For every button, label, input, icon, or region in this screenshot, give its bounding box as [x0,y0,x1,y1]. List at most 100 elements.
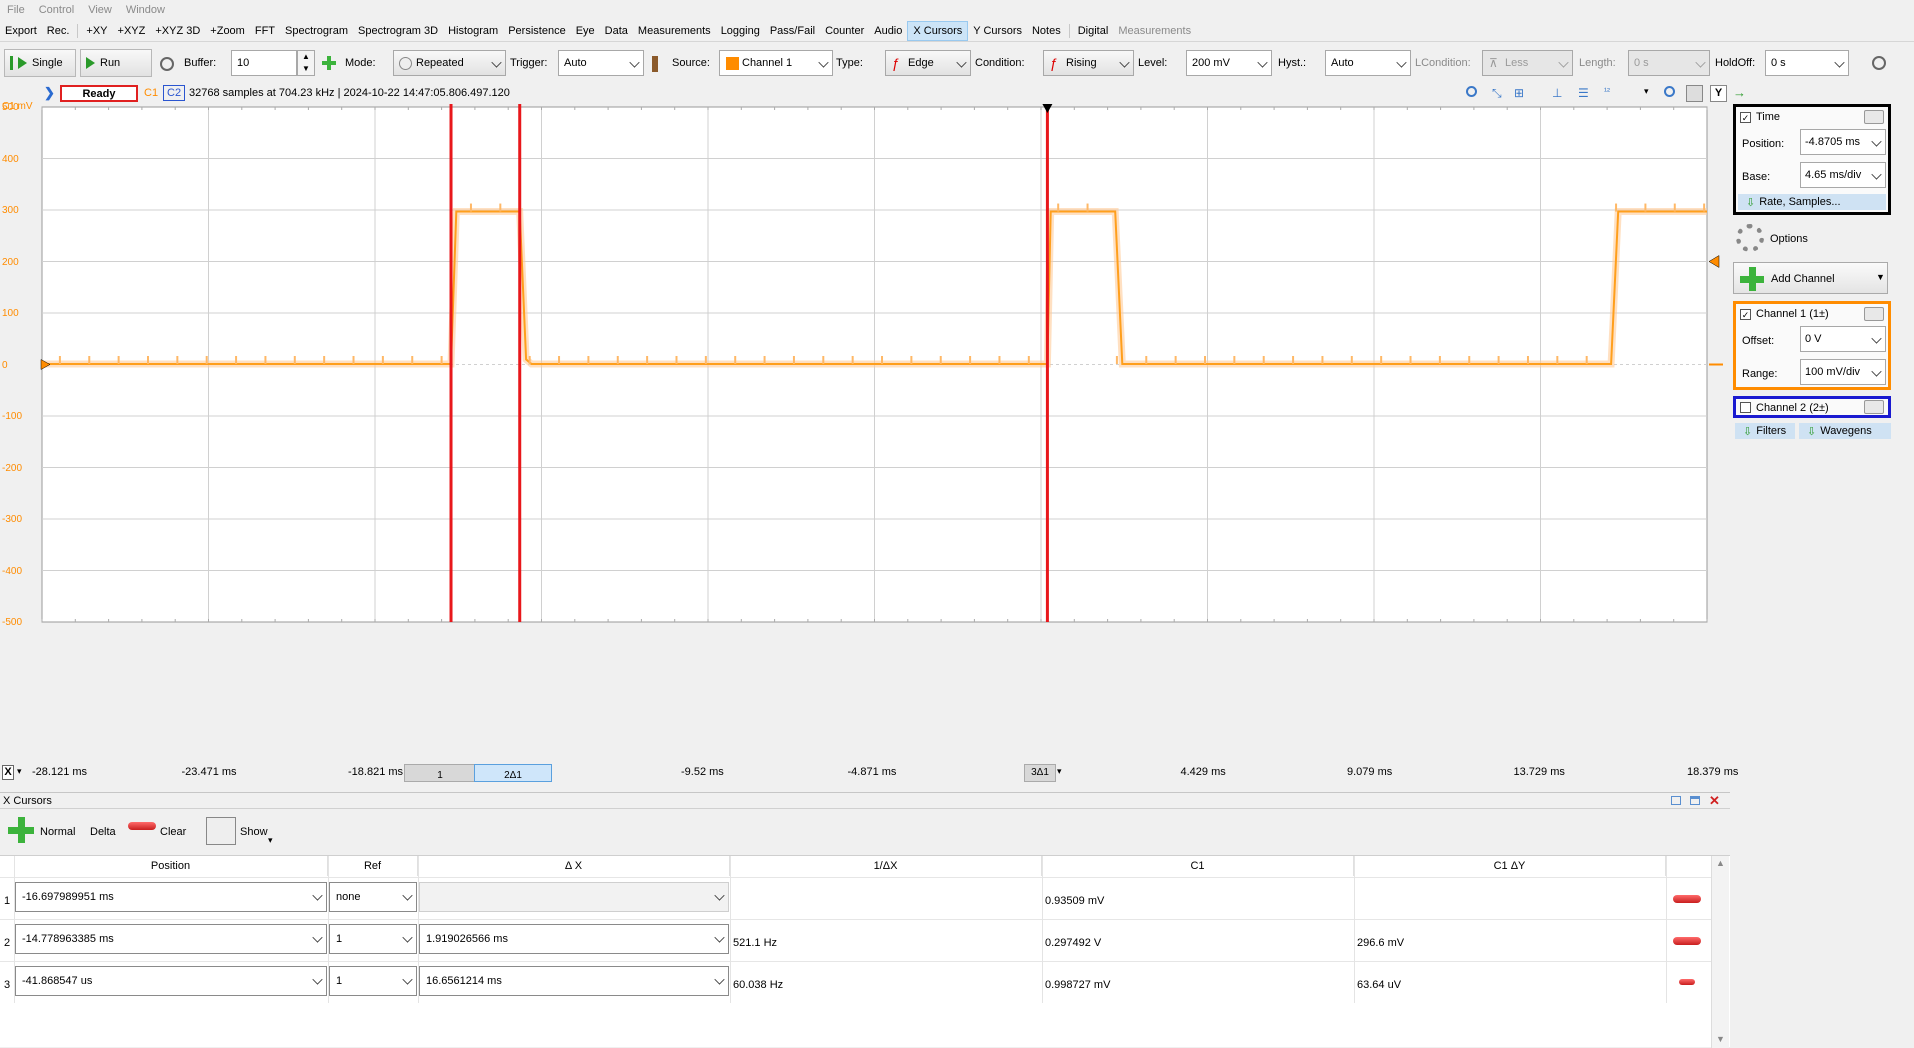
show-button[interactable]: Show ▾ [206,817,278,849]
tab-data[interactable]: Data [600,22,633,40]
cursor-ref-select[interactable]: none [329,882,417,912]
tab-histogram[interactable]: Histogram [443,22,503,40]
chevron-down-icon[interactable]: ▾ [1644,86,1649,97]
tab-y-cursors[interactable]: Y Cursors [968,22,1027,40]
holdoff-select[interactable]: 0 s [1765,50,1849,76]
channel1-range-select[interactable]: 100 mV/div [1800,359,1886,385]
cursor-delta-x-select[interactable]: 16.6561214 ms [419,966,729,996]
y-axis-toggle-icon[interactable]: Y [1710,85,1727,102]
fit-icon[interactable]: ⊞ [1514,86,1524,100]
tab-counter[interactable]: Counter [820,22,869,40]
add-icon[interactable] [322,56,336,70]
cursor-ref-select[interactable]: 1 [329,966,417,996]
tab--xy[interactable]: +XY [81,22,112,40]
tab-digital[interactable]: Digital [1073,22,1114,40]
tab-measurements[interactable]: Measurements [633,22,716,40]
column-header[interactable]: Δ X [418,856,730,876]
restore-icon[interactable] [1671,796,1681,805]
add-channel-button[interactable]: Add Channel ▼ [1733,262,1888,294]
menu-window[interactable]: Window [119,4,172,16]
lines-icon[interactable]: ☰ [1578,86,1589,100]
tab--xyz[interactable]: +XYZ [113,22,151,40]
condition-select[interactable]: ƒ Rising [1043,50,1134,76]
run-button[interactable]: Run [80,49,152,77]
channel1-gear-icon[interactable] [1864,307,1884,321]
buffer-spinner[interactable]: ▲ ▼ [297,50,315,76]
maximize-icon[interactable] [1690,796,1700,805]
c2-label[interactable]: C2 [163,85,186,101]
oscilloscope-plot[interactable]: C1 mV 500 400 300 200 100 0 -100 -200 -300 -400 -5… [0,101,1730,764]
tab-rec-[interactable]: Rec. [42,22,75,40]
tab-measurements[interactable]: Measurements [1113,22,1196,40]
channel2-checkbox[interactable] [1740,402,1751,413]
tab-export[interactable]: Export [0,22,42,40]
magnifier-icon[interactable] [1664,86,1675,97]
tab-persistence[interactable]: Persistence [503,22,570,40]
x-axis-button[interactable]: X [2,765,14,780]
source-select[interactable]: Channel 1 [719,50,833,76]
menu-file[interactable]: File [0,4,32,16]
chevron-down-icon[interactable]: ▾ [17,766,22,777]
cursor-position-select[interactable]: -14.778963385 ms [15,924,327,954]
tab-x-cursors[interactable]: X Cursors [907,20,969,41]
single-button[interactable]: Single [4,49,76,77]
tab-pass-fail[interactable]: Pass/Fail [765,22,820,40]
cursor-icon[interactable]: ⊥ [1552,86,1562,100]
time-base-select[interactable]: 4.65 ms/div [1800,162,1886,188]
close-icon[interactable]: ✕ [1709,793,1720,809]
zoom-x-icon[interactable]: ⤡ [1492,86,1502,101]
expand-arrow-icon[interactable]: ❯ [44,85,55,101]
table-scrollbar[interactable]: ▲ ▼ [1711,856,1729,1048]
tab-logging[interactable]: Logging [716,22,765,40]
remove-cursor-button[interactable] [1673,895,1701,903]
tab-fft[interactable]: FFT [250,22,280,40]
time-gear-icon[interactable] [1864,110,1884,124]
tab-audio[interactable]: Audio [869,22,907,40]
menu-view[interactable]: View [81,4,119,16]
level-select[interactable]: 200 mV [1186,50,1272,76]
column-header[interactable]: Position [14,856,328,876]
chevron-down-icon[interactable]: ▾ [1057,766,1062,777]
mode-select[interactable]: Repeated [393,50,506,76]
channel1-offset-select[interactable]: 0 V [1800,326,1886,352]
hammer-icon[interactable] [652,56,658,72]
cursor-3-tab[interactable]: 3Δ1 [1024,764,1056,782]
remove-cursor-button[interactable] [1673,937,1701,945]
rate-samples-button[interactable]: ⇩ Rate, Samples... [1738,194,1886,210]
cursor-1-tab[interactable]: 1 [404,764,476,782]
tab-spectrogram-3d[interactable]: Spectrogram 3D [353,22,443,40]
column-header[interactable]: 1/ΔX [730,856,1042,876]
time-checkbox[interactable]: ✓ [1740,112,1751,123]
add-normal-cursor-button[interactable]: Normal [8,817,96,845]
options-gear-icon[interactable] [1736,224,1764,252]
c1-label[interactable]: C1 [144,87,158,99]
delta-button[interactable]: Delta [90,826,116,838]
zoom-icon[interactable] [1466,86,1477,97]
plot-gear-icon[interactable] [1686,85,1703,102]
buffer-input[interactable]: 10 [231,50,297,76]
menu-control[interactable]: Control [32,4,81,16]
cursor-position-select[interactable]: -41.868547 us [15,966,327,996]
lcondition-select[interactable]: ⊼ Less [1482,50,1573,76]
tab-spectrogram[interactable]: Spectrogram [280,22,353,40]
column-header[interactable]: Ref [328,856,418,876]
length-select[interactable]: 0 s [1628,50,1710,76]
channel2-gear-icon[interactable] [1864,400,1884,414]
wavegens-button[interactable]: ⇩ Wavegens [1799,423,1891,439]
filters-button[interactable]: ⇩ Filters [1735,423,1795,439]
channel1-checkbox[interactable]: ✓ [1740,309,1751,320]
numbers-icon[interactable]: ¹² [1604,86,1610,96]
type-select[interactable]: ƒ Edge [885,50,971,76]
cursor-delta-x-select[interactable] [419,882,729,912]
cursor-ref-select[interactable]: 1 [329,924,417,954]
column-header[interactable]: C1 [1042,856,1354,876]
scroll-up-icon[interactable]: ▲ [1716,858,1725,868]
tab--xyz-3d[interactable]: +XYZ 3D [150,22,205,40]
trigger-select[interactable]: Auto [558,50,644,76]
toolbar-settings-gear-icon[interactable] [1872,56,1886,70]
cursor-position-select[interactable]: -16.697989951 ms [15,882,327,912]
buffer-gear-icon[interactable] [160,57,174,71]
time-position-select[interactable]: -4.8705 ms [1800,129,1886,155]
scope-canvas[interactable] [0,104,1730,764]
cursor-2-tab[interactable]: 2Δ1 [474,764,552,782]
